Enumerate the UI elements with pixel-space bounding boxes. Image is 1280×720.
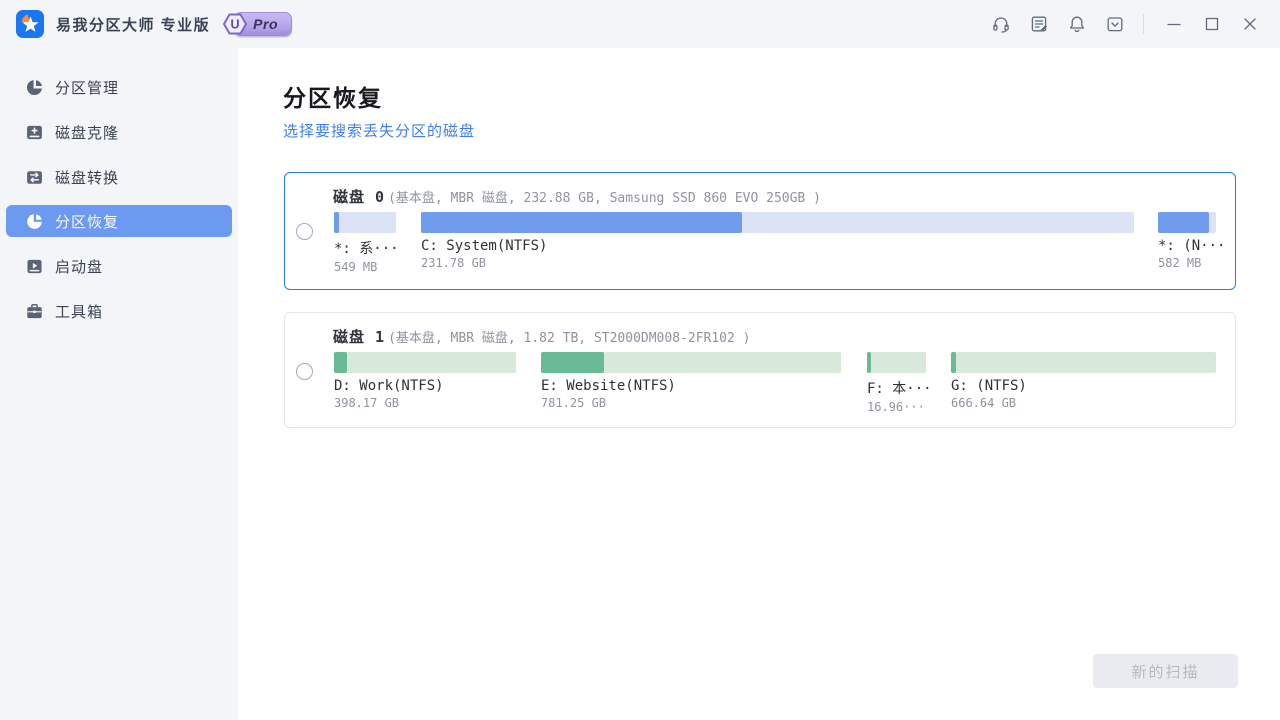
- partition-block: D: Work(NTFS) 398.17 GB: [334, 352, 516, 410]
- more-dropdown-icon: [1105, 14, 1125, 34]
- app-title: 易我分区大师 专业版: [56, 14, 210, 35]
- partition-bar-used: [951, 352, 956, 373]
- sidebar-item-partition-recovery[interactable]: 分区恢复: [6, 205, 232, 237]
- sidebar-item-partition-management[interactable]: 分区管理: [6, 71, 232, 103]
- partition-label: F: 本···: [867, 378, 926, 398]
- headset-icon: [991, 14, 1011, 34]
- titlebar-divider: [1143, 14, 1144, 34]
- partition-block: C: System(NTFS) 231.78 GB: [421, 212, 1134, 270]
- close-button[interactable]: [1238, 12, 1262, 36]
- disk-info: (基本盘, MBR 磁盘, 232.88 GB, Samsung SSD 860…: [388, 191, 821, 206]
- partition-block: G: (NTFS) 666.64 GB: [951, 352, 1216, 410]
- disk-card-0[interactable]: 磁盘 0(基本盘, MBR 磁盘, 232.88 GB, Samsung SSD…: [284, 172, 1236, 290]
- partition-bar-used: [334, 352, 347, 373]
- partition-bar: [334, 352, 516, 373]
- sidebar-item-label: 磁盘转换: [55, 167, 119, 188]
- pro-badge[interactable]: U Pro: [222, 11, 292, 37]
- partition-size: 16.96···: [867, 400, 926, 414]
- partition-bar: [951, 352, 1216, 373]
- minimize-button[interactable]: [1162, 12, 1186, 36]
- partition-size: 582 MB: [1158, 256, 1216, 270]
- sidebar-item-label: 磁盘克隆: [55, 122, 119, 143]
- partition-bar-used: [421, 212, 742, 233]
- partition-bar: [334, 212, 396, 233]
- disk-name: 磁盘 1: [333, 328, 385, 346]
- headset-support-button[interactable]: [989, 12, 1013, 36]
- partition-bar-used: [541, 352, 604, 373]
- svg-text:U: U: [231, 18, 240, 32]
- boot-disk-icon: [25, 257, 44, 276]
- disk-convert-icon: [25, 168, 44, 187]
- partition-block: *: 系··· 549 MB: [334, 212, 396, 274]
- partition-label: E: Website(NTFS): [541, 378, 841, 394]
- partition-label: G: (NTFS): [951, 378, 1216, 394]
- partition-label: D: Work(NTFS): [334, 378, 516, 394]
- new-scan-button[interactable]: 新的扫描: [1093, 654, 1238, 688]
- sidebar-item-label: 分区管理: [55, 77, 119, 98]
- partition-block: E: Website(NTFS) 781.25 GB: [541, 352, 841, 410]
- feedback-note-icon: [1029, 14, 1049, 34]
- sidebar-item-bootable-media[interactable]: 启动盘: [6, 250, 232, 282]
- app-logo-icon: [16, 10, 44, 38]
- minimize-icon: [1164, 14, 1184, 34]
- partition-bar: [541, 352, 841, 373]
- pro-u-icon: U: [222, 11, 248, 37]
- sidebar-item-label: 分区恢复: [55, 211, 119, 232]
- maximize-button[interactable]: [1200, 12, 1224, 36]
- partition-bar: [1158, 212, 1216, 233]
- page-title: 分区恢复: [283, 79, 383, 113]
- bell-icon: [1067, 14, 1087, 34]
- disk-card-1[interactable]: 磁盘 1(基本盘, MBR 磁盘, 1.82 TB, ST2000DM008-2…: [284, 312, 1236, 428]
- disk-name: 磁盘 0: [333, 188, 385, 206]
- partition-label: C: System(NTFS): [421, 238, 1134, 254]
- titlebar-actions: [975, 12, 1262, 36]
- partition-bar-used: [1158, 212, 1209, 233]
- partition-recovery-icon: [25, 212, 44, 231]
- partition-bar-used: [334, 212, 339, 233]
- maximize-icon: [1202, 14, 1222, 34]
- partition-size: 549 MB: [334, 260, 396, 274]
- page-subtitle: 选择要搜索丢失分区的磁盘: [283, 120, 475, 141]
- sidebar-item-disk-convert[interactable]: 磁盘转换: [6, 161, 232, 193]
- sidebar-item-toolbox[interactable]: 工具箱: [6, 295, 232, 327]
- disk-header: 磁盘 1(基本盘, MBR 磁盘, 1.82 TB, ST2000DM008-2…: [333, 326, 750, 347]
- partition-block: F: 本··· 16.96···: [867, 352, 926, 414]
- partition-label: *: 系···: [334, 238, 396, 258]
- partition-size: 231.78 GB: [421, 256, 1134, 270]
- more-menu-button[interactable]: [1103, 12, 1127, 36]
- partition-size: 781.25 GB: [541, 396, 841, 410]
- disk-info: (基本盘, MBR 磁盘, 1.82 TB, ST2000DM008-2FR10…: [388, 331, 750, 346]
- sidebar-item-disk-clone[interactable]: 磁盘克隆: [6, 116, 232, 148]
- toolbox-icon: [25, 302, 44, 321]
- close-icon: [1240, 14, 1260, 34]
- main-content: 分区恢复 选择要搜索丢失分区的磁盘 磁盘 0(基本盘, MBR 磁盘, 232.…: [238, 48, 1280, 720]
- titlebar: 易我分区大师 专业版 U Pro: [0, 0, 1280, 48]
- partition-size: 398.17 GB: [334, 396, 516, 410]
- feedback-button[interactable]: [1027, 12, 1051, 36]
- disk-header: 磁盘 0(基本盘, MBR 磁盘, 232.88 GB, Samsung SSD…: [333, 186, 821, 207]
- notifications-button[interactable]: [1065, 12, 1089, 36]
- partition-bar: [867, 352, 926, 373]
- partition-bar: [421, 212, 1134, 233]
- partition-size: 666.64 GB: [951, 396, 1216, 410]
- pie-chart-icon: [25, 78, 44, 97]
- partition-label: *: (N···: [1158, 238, 1216, 254]
- sidebar-item-label: 启动盘: [55, 256, 103, 277]
- partition-block: *: (N··· 582 MB: [1158, 212, 1216, 270]
- sidebar: 分区管理磁盘克隆磁盘转换分区恢复启动盘工具箱: [0, 48, 238, 720]
- sidebar-item-label: 工具箱: [55, 301, 103, 322]
- disk-clone-icon: [25, 123, 44, 142]
- disk-radio[interactable]: [296, 363, 313, 380]
- partition-bar-used: [867, 352, 871, 373]
- disk-radio[interactable]: [296, 223, 313, 240]
